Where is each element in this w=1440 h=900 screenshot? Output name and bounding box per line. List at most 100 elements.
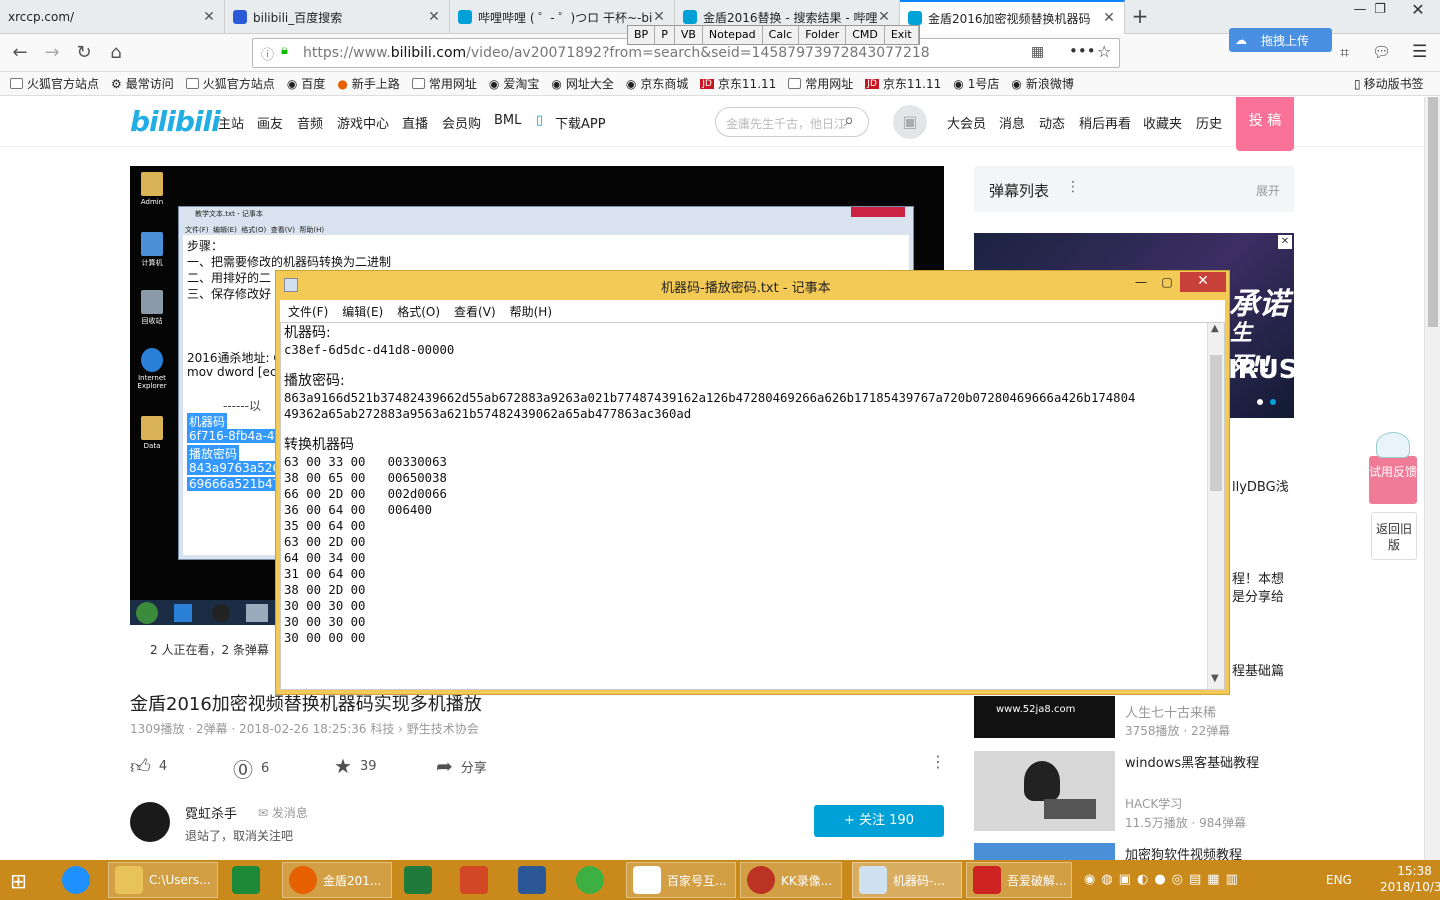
bookmark-item[interactable]: 火狐官方站点 bbox=[185, 75, 275, 92]
scroll-down-icon[interactable]: ▼ bbox=[1211, 673, 1219, 684]
bookmark-item[interactable]: ● 新手上路 bbox=[337, 75, 400, 92]
nav-messages[interactable]: 消息 bbox=[999, 113, 1025, 132]
toolbox-exit-button[interactable]: Exit bbox=[885, 26, 919, 44]
toolbox-bp-button[interactable]: BP bbox=[628, 26, 656, 44]
bookmark-item[interactable]: ◉ 百度 bbox=[287, 75, 326, 92]
windows-start-icon[interactable]: ⊞ bbox=[10, 869, 27, 893]
more-vertical-icon[interactable]: ⋮ bbox=[1066, 179, 1080, 195]
chat-icon[interactable]: 💬︎ bbox=[1372, 43, 1391, 61]
related-video-title[interactable]: 人生七十古来稀 bbox=[1125, 702, 1216, 721]
star-bookmark-icon[interactable]: ☆ bbox=[1097, 42, 1111, 61]
try-feedback-button[interactable]: 试用反馈 bbox=[1369, 456, 1417, 504]
taskbar-notepad[interactable]: 机器码-... bbox=[852, 862, 962, 898]
bookmark-item[interactable]: JD 京东11.11 bbox=[700, 75, 776, 92]
uploader-avatar[interactable] bbox=[130, 802, 170, 842]
taskbar-firefox[interactable]: 金盾201... bbox=[282, 862, 392, 898]
close-icon[interactable]: ✕ bbox=[877, 9, 891, 25]
uploader-name[interactable]: 霓虹杀手 bbox=[185, 803, 237, 822]
nav-main[interactable]: 主站 bbox=[218, 113, 244, 132]
related-video-title[interactable]: windows黑客基础教程 bbox=[1125, 752, 1259, 771]
danmaku-list-panel[interactable]: 弹幕列表 ⋮ 展开 bbox=[974, 166, 1294, 212]
scroll-up-icon[interactable]: ▲ bbox=[1211, 323, 1219, 334]
taskbar-52pojie[interactable]: 吾爱破解... bbox=[966, 862, 1072, 898]
window-close-button[interactable]: ✕ bbox=[1398, 0, 1438, 22]
nav-live[interactable]: 直播 bbox=[402, 113, 428, 132]
notepad-maximize-button[interactable]: ▢ bbox=[1154, 272, 1180, 292]
menu-file[interactable]: 文件(F) bbox=[288, 303, 328, 320]
forward-icon[interactable]: → bbox=[38, 39, 66, 67]
bookmark-item[interactable]: ◉ 爱淘宝 bbox=[489, 75, 540, 92]
share-button[interactable]: ➦ 分享 bbox=[436, 754, 487, 778]
favorite-button[interactable]: ★ 39 bbox=[334, 754, 376, 778]
taskbar-powerpoint[interactable] bbox=[454, 862, 494, 898]
mobile-bookmarks[interactable]: ▯ 移动版书签 bbox=[1354, 75, 1424, 92]
nav-audio[interactable]: 音频 bbox=[297, 113, 323, 132]
nav-bml[interactable]: BML bbox=[494, 113, 521, 128]
video-thumbnail[interactable] bbox=[974, 751, 1115, 831]
tab-video-active[interactable]: 金盾2016加密视频替换机器码 ✕ bbox=[900, 0, 1125, 34]
follow-button[interactable]: + 关注 190 bbox=[814, 805, 944, 837]
close-icon[interactable]: ✕ bbox=[1278, 235, 1292, 249]
upload-video-button[interactable]: 投 稿 bbox=[1236, 97, 1294, 151]
video-thumbnail[interactable] bbox=[974, 843, 1115, 860]
language-indicator[interactable]: ENG bbox=[1326, 873, 1352, 887]
avatar[interactable]: ▣ bbox=[893, 105, 927, 139]
nav-game[interactable]: 游戏中心 bbox=[337, 113, 389, 132]
nav-download-app[interactable]: 下载APP bbox=[555, 113, 606, 132]
related-video-up[interactable]: HACK学习 bbox=[1125, 795, 1182, 812]
nav-watch-later[interactable]: 稍后再看 bbox=[1079, 113, 1131, 132]
partial-item-title[interactable]: llyDBG浅 bbox=[1232, 476, 1289, 495]
bilibili-logo[interactable]: bilibili bbox=[130, 105, 221, 138]
new-tab-button[interactable]: + bbox=[1126, 4, 1154, 30]
more-options-icon[interactable]: ⋮ bbox=[930, 752, 946, 771]
notepad-scrollbar[interactable]: ▲ ▼ bbox=[1207, 323, 1224, 689]
menu-help[interactable]: 帮助(H) bbox=[510, 303, 552, 320]
bookmark-item[interactable]: JD 京东11.11 bbox=[865, 75, 941, 92]
system-clock[interactable]: 15:382018/10/31 bbox=[1380, 863, 1440, 895]
home-icon[interactable]: ⌂ bbox=[102, 39, 130, 67]
notepad-titlebar[interactable]: 机器码-播放密码.txt - 记事本 — ▢ ✕ bbox=[276, 271, 1229, 300]
taskbar-kk-recorder[interactable]: KK录像... bbox=[740, 862, 842, 898]
send-message-link[interactable]: ✉ 发消息 bbox=[258, 804, 308, 821]
more-actions-icon[interactable]: ••• bbox=[1069, 42, 1096, 60]
toolbox-folder-button[interactable]: Folder bbox=[799, 26, 847, 44]
maximize-button[interactable]: ❐ bbox=[1360, 0, 1400, 22]
bookmark-item[interactable]: ◉ 1号店 bbox=[953, 75, 999, 92]
partial-item-title[interactable]: 程！本想 bbox=[1232, 568, 1284, 587]
bookmark-item[interactable]: 常用网址 bbox=[411, 75, 477, 92]
menu-view[interactable]: 查看(V) bbox=[454, 303, 496, 320]
menu-format[interactable]: 格式(O) bbox=[397, 303, 440, 320]
menu-icon[interactable]: ☰ bbox=[1412, 42, 1427, 62]
taskbar-ie[interactable] bbox=[56, 862, 96, 898]
nav-vip[interactable]: 大会员 bbox=[947, 113, 986, 132]
scrollbar-thumb[interactable] bbox=[1428, 97, 1438, 327]
close-icon[interactable]: ✕ bbox=[427, 9, 441, 25]
nav-huayou[interactable]: 画友 bbox=[257, 113, 283, 132]
nav-shop[interactable]: 会员购 bbox=[442, 113, 481, 132]
coin-button[interactable]: ⓪6 bbox=[233, 754, 269, 783]
bookmark-item[interactable]: 火狐官方站点 bbox=[10, 75, 99, 92]
bookmark-item[interactable]: ◉ 网址大全 bbox=[551, 75, 614, 92]
menu-edit[interactable]: 编辑(E) bbox=[342, 303, 383, 320]
bookmark-item[interactable]: ⚙ 最常访问 bbox=[111, 75, 174, 92]
info-icon[interactable]: ⓘ bbox=[261, 44, 274, 63]
taskbar-excel[interactable] bbox=[398, 862, 438, 898]
toolbox-cmd-button[interactable]: CMD bbox=[846, 26, 885, 44]
taskbar-refresh-app[interactable] bbox=[570, 862, 610, 898]
tab-baidu[interactable]: bilibili_百度搜索 ✕ bbox=[225, 0, 450, 34]
danmaku-expand-button[interactable]: 展开 bbox=[1256, 182, 1280, 199]
notepad-close-button[interactable]: ✕ bbox=[1180, 272, 1226, 292]
close-icon[interactable]: ✕ bbox=[1102, 10, 1116, 26]
close-icon[interactable]: ✕ bbox=[202, 9, 216, 25]
system-tray-icons[interactable]: ◉◍▣◐●◎▤▦▥ bbox=[1084, 872, 1244, 887]
upload-drag-button[interactable]: ☁ 拖拽上传 bbox=[1229, 28, 1332, 52]
page-scrollbar[interactable] bbox=[1424, 97, 1440, 860]
nav-dynamic[interactable]: 动态 bbox=[1039, 113, 1065, 132]
back-icon[interactable]: ← bbox=[6, 39, 34, 67]
bookmark-item[interactable]: ◉ 新浪微博 bbox=[1011, 75, 1074, 92]
tab-xrccp[interactable]: xrccp.com/ ✕ bbox=[0, 0, 225, 34]
scrollbar-thumb[interactable] bbox=[1210, 355, 1222, 491]
toolbox-calc-button[interactable]: Calc bbox=[763, 26, 800, 44]
carousel-dot[interactable] bbox=[1257, 399, 1263, 405]
toolbox-vb-button[interactable]: VB bbox=[675, 26, 703, 44]
